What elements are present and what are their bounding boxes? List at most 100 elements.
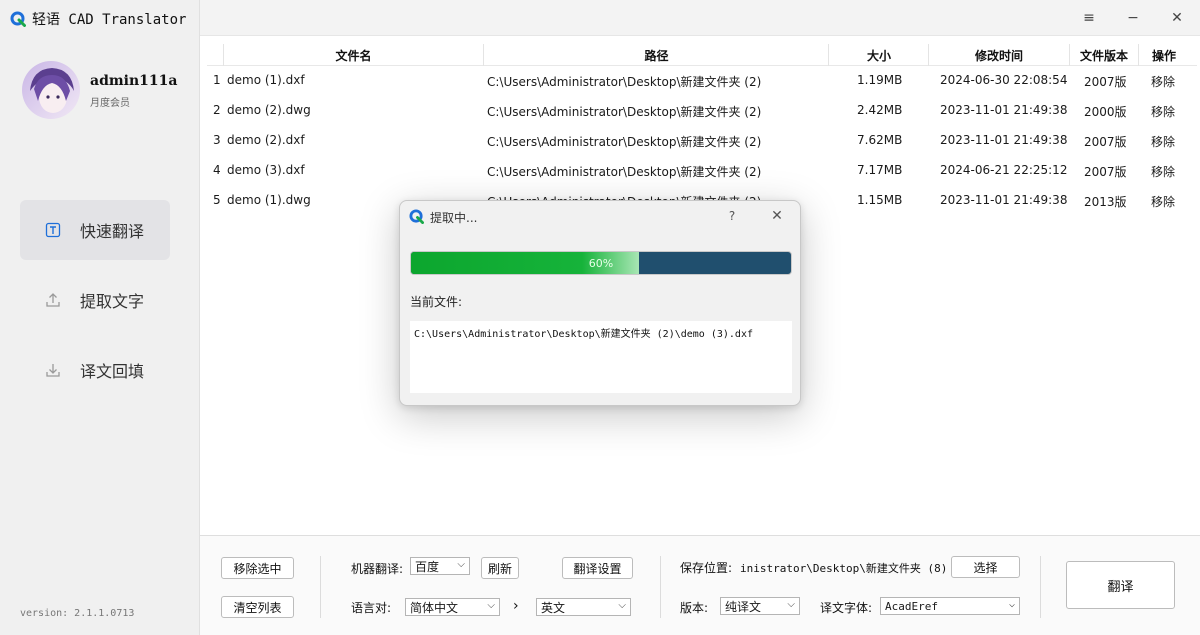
- translate-button[interactable]: 翻译: [1066, 561, 1175, 609]
- user-level-badge: 月度会员: [90, 98, 130, 109]
- file-modified: 2023-11-01 21:49:38: [940, 103, 1068, 117]
- row-index: 5: [213, 193, 221, 207]
- file-version: 2000版: [1084, 105, 1127, 119]
- row-index: 2: [213, 103, 221, 117]
- table-row[interactable]: 1 demo (1).dxf C:\Users\Administrator\De…: [207, 66, 1197, 96]
- file-size: 1.19MB: [857, 73, 903, 87]
- column-header-version[interactable]: 文件版本: [1069, 47, 1139, 64]
- file-table: 文件名 路径 大小 修改时间 文件版本 操作 1 demo (1).dxf C:…: [207, 44, 1197, 216]
- nav-item-label: 提取文字: [80, 292, 145, 311]
- column-header-name[interactable]: 文件名: [224, 47, 483, 64]
- table-header: 文件名 路径 大小 修改时间 文件版本 操作: [207, 44, 1197, 66]
- app-logo-icon: [409, 209, 424, 224]
- file-modified: 2024-06-30 22:08:54: [940, 73, 1068, 87]
- file-name: demo (3).dxf: [227, 163, 305, 177]
- edition-select[interactable]: 纯译文 ⌵: [720, 597, 800, 615]
- file-size: 7.17MB: [857, 163, 903, 177]
- nav-item-label: 快速翻译: [80, 222, 145, 241]
- language-pair-label: 语言对:: [351, 601, 392, 615]
- progress-text: 60%: [588, 256, 614, 270]
- nav-item-label: 译文回填: [80, 362, 145, 381]
- source-language-value: 简体中文: [410, 600, 459, 615]
- machine-translate-value: 百度: [415, 559, 440, 574]
- file-name: demo (1).dxf: [227, 73, 305, 87]
- close-icon[interactable]: ✕: [765, 206, 789, 226]
- table-row[interactable]: 3 demo (2).dxf C:\Users\Administrator\De…: [207, 126, 1197, 156]
- avatar[interactable]: [22, 61, 80, 119]
- remove-link[interactable]: 移除: [1151, 133, 1175, 150]
- source-language-select[interactable]: 简体中文 ⌵: [405, 598, 500, 616]
- row-index: 4: [213, 163, 221, 177]
- chevron-down-icon: ⌵: [487, 600, 495, 611]
- choose-folder-button[interactable]: 选择: [951, 556, 1020, 578]
- version-label: version: 2.1.1.0713: [20, 608, 135, 619]
- row-index: 1: [213, 73, 221, 87]
- chevron-down-icon: ⌵: [1008, 599, 1015, 610]
- save-location-label: 保存位置:: [680, 561, 733, 575]
- arrow-right-icon: ›: [513, 598, 519, 614]
- chevron-down-icon: ⌵: [457, 559, 465, 570]
- file-name: demo (1).dwg: [227, 193, 311, 207]
- file-size: 7.62MB: [857, 133, 903, 147]
- table-row[interactable]: 2 demo (2).dwg C:\Users\Administrator\De…: [207, 96, 1197, 126]
- remove-link[interactable]: 移除: [1151, 193, 1175, 210]
- file-path: C:\Users\Administrator\Desktop\新建文件夹 (2): [487, 135, 762, 149]
- file-version: 2007版: [1084, 75, 1127, 89]
- extract-progress-dialog: 提取中... ? ✕ 60% 当前文件: C:\Users\Administra…: [399, 200, 801, 406]
- file-version: 2013版: [1084, 195, 1127, 209]
- file-version: 2007版: [1084, 165, 1127, 179]
- edition-label: 版本:: [680, 601, 709, 615]
- divider: [320, 556, 321, 618]
- refresh-button[interactable]: 刷新: [481, 557, 519, 579]
- font-select[interactable]: AcadEref ⌵: [880, 597, 1020, 615]
- clear-list-button[interactable]: 清空列表: [221, 596, 294, 618]
- menu-icon[interactable]: ≡: [1066, 0, 1112, 36]
- nav-item-backfill[interactable]: 译文回填: [20, 340, 170, 400]
- divider: [1040, 556, 1041, 618]
- file-modified: 2024-06-21 22:25:12: [940, 163, 1068, 177]
- table-row[interactable]: 4 demo (3).dxf C:\Users\Administrator\De…: [207, 156, 1197, 186]
- app-logo-icon: [10, 11, 26, 27]
- remove-link[interactable]: 移除: [1151, 73, 1175, 90]
- font-label: 译文字体:: [820, 601, 873, 615]
- file-size: 1.15MB: [857, 193, 903, 207]
- save-location-path: inistrator\Desktop\新建文件夹 (8): [740, 562, 948, 575]
- column-header-modified[interactable]: 修改时间: [929, 47, 1069, 64]
- row-index: 3: [213, 133, 221, 147]
- remove-link[interactable]: 移除: [1151, 163, 1175, 180]
- file-version: 2007版: [1084, 135, 1127, 149]
- bottom-toolbar: 移除选中 清空列表 机器翻译: 百度 ⌵ 刷新 翻译设置 语言对: 简体中文 ⌵…: [200, 535, 1200, 635]
- file-name: demo (2).dxf: [227, 133, 305, 147]
- app-title-text: 轻语 CAD Translator: [32, 12, 187, 28]
- progress-bar: 60%: [410, 251, 792, 275]
- target-language-select[interactable]: 英文 ⌵: [536, 598, 631, 616]
- current-file-path: C:\Users\Administrator\Desktop\新建文件夹 (2)…: [414, 329, 753, 340]
- column-header-action[interactable]: 操作: [1139, 47, 1189, 64]
- current-file-box: C:\Users\Administrator\Desktop\新建文件夹 (2)…: [410, 321, 792, 393]
- sidebar: 轻语 CAD Translator admin111a 月度会员 快速翻译 提取…: [0, 0, 200, 635]
- minimize-icon[interactable]: −: [1110, 0, 1156, 36]
- file-modified: 2023-11-01 21:49:38: [940, 133, 1068, 147]
- help-icon[interactable]: ?: [722, 206, 742, 226]
- column-header-size[interactable]: 大小: [829, 47, 929, 64]
- dialog-title: 提取中...: [430, 211, 478, 225]
- target-language-value: 英文: [541, 600, 566, 615]
- download-icon: [44, 361, 62, 379]
- close-icon[interactable]: ✕: [1154, 0, 1200, 36]
- machine-translate-select[interactable]: 百度 ⌵: [410, 557, 470, 575]
- remove-link[interactable]: 移除: [1151, 103, 1175, 120]
- nav-item-quick-translate[interactable]: 快速翻译: [20, 200, 170, 260]
- chevron-down-icon: ⌵: [618, 600, 626, 611]
- nav-item-extract-text[interactable]: 提取文字: [20, 270, 170, 330]
- user-name: admin111a: [90, 73, 178, 89]
- column-header-path[interactable]: 路径: [484, 47, 829, 64]
- file-modified: 2023-11-01 21:49:38: [940, 193, 1068, 207]
- file-size: 2.42MB: [857, 103, 903, 117]
- remove-selected-button[interactable]: 移除选中: [221, 557, 294, 579]
- font-value: AcadEref: [885, 599, 938, 613]
- file-path: C:\Users\Administrator\Desktop\新建文件夹 (2): [487, 75, 762, 89]
- chevron-down-icon: ⌵: [787, 599, 795, 610]
- translate-settings-button[interactable]: 翻译设置: [562, 557, 633, 579]
- divider: [660, 556, 661, 618]
- edition-value: 纯译文: [725, 599, 762, 614]
